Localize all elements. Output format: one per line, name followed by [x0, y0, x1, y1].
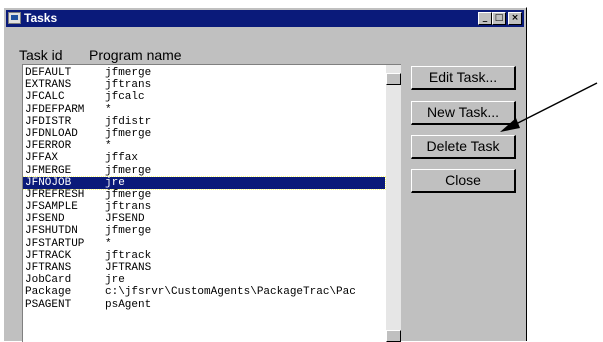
annotation-arrow-icon	[500, 82, 598, 132]
